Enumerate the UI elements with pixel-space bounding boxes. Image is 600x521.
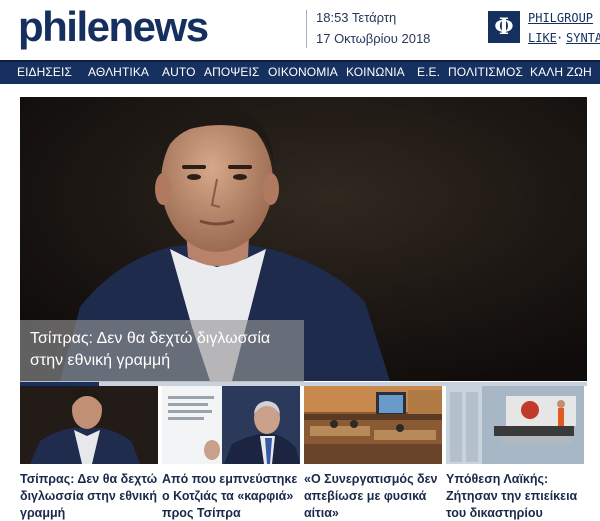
hero-caption-text: Τσίπρας: Δεν θα δεχτώ διγλωσσία στην εθν…: [30, 330, 271, 369]
header-time: 18:53 Τετάρτη: [316, 10, 397, 25]
thumb-image-3[interactable]: [304, 386, 442, 464]
philgroup-logo-icon[interactable]: Φ: [488, 11, 520, 43]
thumb-photo-bank-sign: [446, 386, 584, 464]
site-header: philenews 18:53 Τετάρτη 17 Οκτωβρίου 201…: [0, 0, 600, 58]
nav-item-culture[interactable]: ΠΟΛΙΤΙΣΜΟΣ: [448, 65, 523, 79]
thumb-photo-kotzias: [162, 386, 300, 464]
main-nav: ΕΙΔΗΣΕΙΣ ΑΘΛΗΤΙΚΑ AUTO ΑΠΟΨΕΙΣ ΟΙΚΟΝΟΜΙΑ…: [0, 60, 600, 84]
nav-item-opinions[interactable]: ΑΠΟΨΕΙΣ: [204, 65, 260, 79]
thumb-photo-tsipras: [20, 386, 158, 464]
header-divider: [306, 10, 307, 48]
nav-item-news[interactable]: ΕΙΔΗΣΕΙΣ: [17, 65, 72, 79]
thumb-image-1[interactable]: [20, 386, 158, 464]
nav-item-eu[interactable]: Ε.Ε.: [417, 65, 440, 79]
hero-caption[interactable]: Τσίπρας: Δεν θα δεχτώ διγλωσσία στην εθν…: [20, 320, 304, 382]
thumb-title-4[interactable]: Υπόθεση Λαϊκής: Ζήτησαν την επιείκεια το…: [446, 471, 584, 521]
site-logo[interactable]: philenews: [18, 2, 209, 52]
header-date: 17 Οκτωβρίου 2018: [316, 31, 431, 46]
nav-item-auto[interactable]: AUTO: [162, 65, 196, 79]
thumb-title-1[interactable]: Τσίπρας: Δεν θα δεχτώ διγλωσσία στην εθν…: [20, 471, 158, 521]
philgroup-link[interactable]: PHILGROUP: [528, 11, 593, 25]
synta-link[interactable]: SYNTA: [566, 31, 600, 45]
header-link-separator: ·: [556, 31, 564, 45]
thumb-image-4[interactable]: [446, 386, 584, 464]
like-link[interactable]: LIKE: [528, 31, 557, 45]
thumb-photo-courtroom: [304, 386, 442, 464]
thumb-image-2[interactable]: [162, 386, 300, 464]
thumb-title-2[interactable]: Από που εμπνεύστηκε ο Κοτζιάς τα «καρφιά…: [162, 471, 300, 521]
nav-item-society[interactable]: ΚΟΙΝΩΝΙΑ: [346, 65, 405, 79]
nav-item-good-life[interactable]: ΚΑΛΗ ΖΩΗ: [530, 65, 592, 79]
nav-item-sports[interactable]: ΑΘΛΗΤΙΚΑ: [88, 65, 149, 79]
thumb-title-3[interactable]: «Ο Συνεργατισμός δεν απεβίωσε με φυσικά …: [304, 471, 442, 521]
nav-item-economy[interactable]: ΟΙΚΟΝΟΜΙΑ: [268, 65, 338, 79]
